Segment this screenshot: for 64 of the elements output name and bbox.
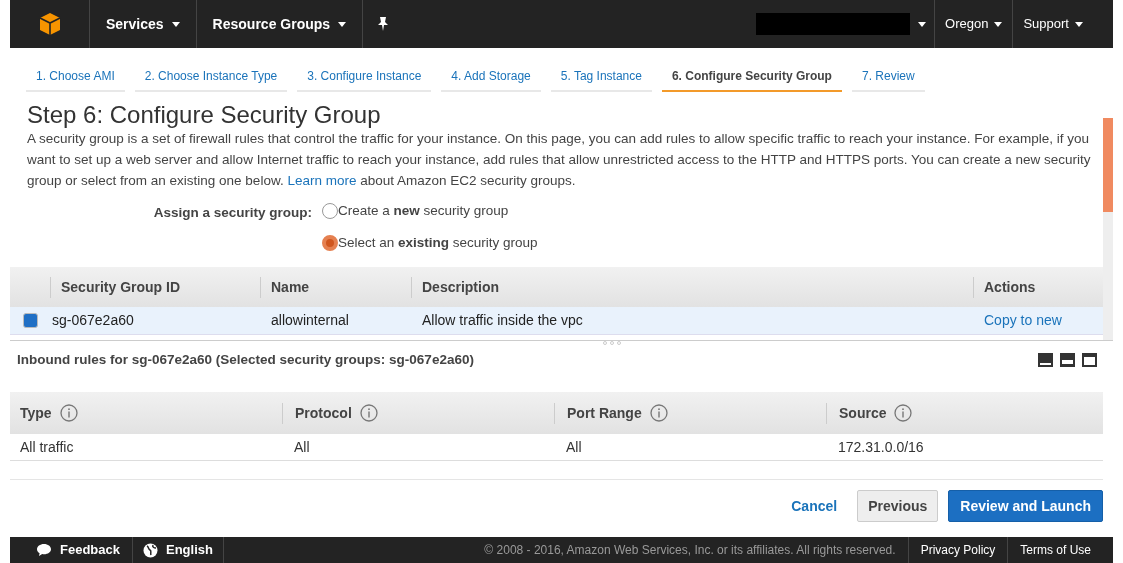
nav-menu[interactable]: Oregon xyxy=(934,0,1013,48)
footer-link[interactable]: Privacy Policy xyxy=(907,537,1008,563)
cube-logo-icon[interactable] xyxy=(38,12,61,36)
wizard-step-tab[interactable]: 4. Add Storage xyxy=(441,62,541,92)
table-row[interactable]: sg-067e2a60 allowinternal Allow traffic inside the vpc Copy to new xyxy=(10,307,1103,335)
feedback-button[interactable]: Feedback xyxy=(30,537,133,563)
previous-button[interactable]: Previous xyxy=(857,490,939,522)
copyright-text: © 2008 - 2016, Amazon Web Services, Inc. or its affiliates. All rights reserved. xyxy=(484,542,897,559)
caret-icon xyxy=(918,21,927,27)
column-header: Type xyxy=(20,403,52,423)
column-header[interactable]: Description xyxy=(422,278,499,295)
info-icon[interactable] xyxy=(649,404,668,422)
wizard-step-tab[interactable]: 3. Configure Instance xyxy=(297,62,432,92)
column-header: Port Range xyxy=(567,403,642,423)
nav-menu[interactable]: Resource Groups xyxy=(196,0,364,48)
table-cell: All traffic xyxy=(20,438,74,455)
column-header[interactable]: Name xyxy=(271,278,310,295)
panel-layout-icon[interactable] xyxy=(1082,353,1097,367)
wizard-step-tab[interactable]: 7. Review xyxy=(851,62,925,92)
caret-icon xyxy=(994,21,1003,27)
review-and-launch-button[interactable]: Review and Launch xyxy=(948,490,1103,522)
wizard-step-tab[interactable]: 5. Tag Instance xyxy=(550,62,652,92)
column-header: Source xyxy=(839,403,887,423)
cancel-button[interactable]: Cancel xyxy=(781,490,848,522)
scrollbar[interactable] xyxy=(1103,118,1113,340)
radio-button[interactable] xyxy=(322,235,338,251)
caret-icon xyxy=(1075,21,1083,27)
table-cell: allowinternal xyxy=(271,312,349,328)
assign-label: Assign a security group: xyxy=(152,204,313,222)
table-cell: Allow traffic inside the vpc xyxy=(422,312,583,328)
nav-menu[interactable]: Support xyxy=(1012,0,1093,48)
inbound-rules-heading: Inbound rules for sg-067e2a60 (Selected security groups: sg-067e2a60) xyxy=(17,350,474,369)
wizard-step-tab[interactable]: 1. Choose AMI xyxy=(26,62,125,92)
footer-link[interactable]: Terms of Use xyxy=(1007,537,1103,563)
page-title: Step 6: Configure Security Group xyxy=(27,102,381,128)
info-icon[interactable] xyxy=(59,404,78,422)
wizard-step-tab[interactable]: 6. Configure Security Group xyxy=(661,62,842,92)
radio-label[interactable]: Select an existing security group xyxy=(338,232,538,254)
radio-button[interactable] xyxy=(322,203,338,219)
intro-paragraph: A security group is a set of firewall rules that control the traffic for your instance. On this page, you can add rules to allow specific traffic to reach your instance. For example, if you want to set up a web server and allow Internet traffic to reach your instance, add rules that allow unrestricted access to the HTTP and HTTPS ports. You can create a new security group or select from an existing one below. Learn more about Amazon EC2 security groups. xyxy=(27,130,1092,190)
panel-layout-icon[interactable] xyxy=(1060,353,1075,367)
table-cell: All xyxy=(294,438,310,455)
learn-more-link[interactable]: Learn more xyxy=(287,173,357,188)
info-icon[interactable] xyxy=(359,404,378,422)
caret-icon xyxy=(338,21,347,27)
speech-bubble-icon xyxy=(36,543,52,557)
column-header[interactable]: Actions xyxy=(984,278,1036,295)
column-header[interactable]: Security Group ID xyxy=(61,278,181,295)
radio-label[interactable]: Create a new security group xyxy=(338,200,509,222)
table-cell: sg-067e2a60 xyxy=(52,312,134,328)
wizard-step-tab[interactable]: 2. Choose Instance Type xyxy=(134,62,288,92)
table-cell: All xyxy=(566,438,582,455)
column-header: Protocol xyxy=(295,403,352,423)
caret-icon xyxy=(171,21,180,27)
panel-layout-icon[interactable] xyxy=(1038,353,1053,367)
scrollbar-thumb[interactable] xyxy=(1103,118,1113,212)
copy-to-new-link[interactable]: Copy to new xyxy=(984,312,1062,328)
checkbox[interactable] xyxy=(22,313,38,328)
pin-icon[interactable] xyxy=(377,17,390,31)
globe-icon xyxy=(143,542,158,558)
info-icon[interactable] xyxy=(894,404,913,422)
nav-menu[interactable]: Services xyxy=(90,0,197,48)
table-cell: 172.31.0.0/16 xyxy=(838,438,924,455)
language-button[interactable]: English xyxy=(133,537,224,563)
